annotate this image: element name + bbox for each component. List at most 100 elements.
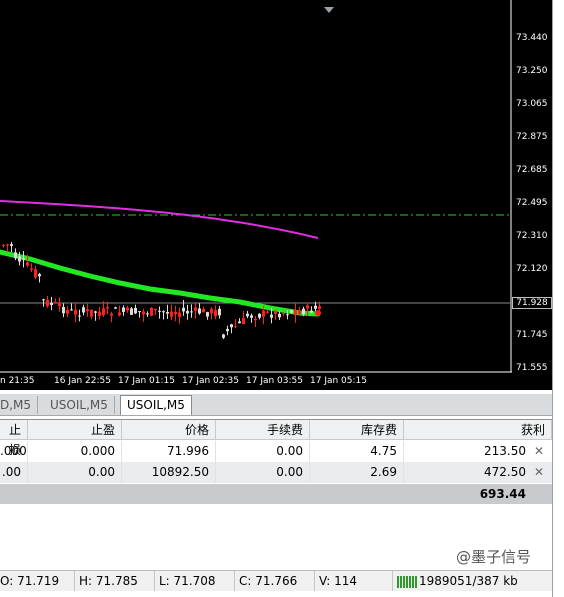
candle-body — [102, 308, 105, 315]
price-tick: 73.065 — [516, 99, 548, 109]
total-row: 693.44 — [0, 484, 552, 504]
price-tick: 72.875 — [516, 132, 548, 142]
candle-body — [302, 308, 305, 315]
candle-body — [174, 312, 177, 315]
tab-chart-1[interactable]: D,M5 — [0, 396, 39, 414]
candle-body — [86, 309, 89, 311]
candle-body — [118, 312, 121, 316]
candle-body — [158, 310, 161, 312]
candle-body — [254, 319, 257, 320]
candle-body — [138, 311, 141, 313]
price-axis: 73.440 73.250 73.065 72.875 72.685 72.495 72.3… — [512, 0, 552, 390]
candle-body — [218, 308, 221, 316]
col-header-price[interactable]: 价格 — [122, 420, 216, 440]
candle-body — [226, 328, 229, 332]
tab-label: USOIL,M5 — [127, 398, 185, 412]
cell-tp: 0.000 — [28, 441, 122, 462]
candle-body — [94, 311, 97, 313]
status-close: C: 71.766 — [234, 571, 314, 591]
cell-swap: 4.75 — [310, 441, 404, 462]
candle-body — [258, 313, 261, 318]
candle-body — [306, 305, 309, 309]
status-connection[interactable]: 1989051/387 kb — [392, 571, 552, 591]
col-header-profit[interactable]: 获利 — [404, 420, 552, 440]
time-tick: n 21:35 — [0, 376, 35, 386]
price-tick: 71.745 — [516, 330, 548, 340]
price-tick: 73.250 — [516, 66, 548, 76]
candle-body — [34, 269, 37, 278]
candle-body — [206, 312, 209, 317]
col-header-sl[interactable]: 止损 — [0, 420, 28, 457]
col-header-swap[interactable]: 库存费 — [310, 420, 404, 440]
candle-body — [134, 307, 137, 314]
candle-body — [222, 334, 225, 338]
candle-body — [98, 311, 101, 316]
chart-shift-icon — [324, 7, 334, 13]
candle-body — [294, 309, 297, 316]
candle-body — [130, 308, 133, 315]
time-tick: 17 Jan 03:55 — [246, 376, 303, 386]
candle-body — [62, 307, 65, 314]
candle-body — [210, 308, 213, 314]
candle-body — [78, 315, 81, 317]
candle-body — [114, 307, 117, 309]
table-row[interactable]: .000 0.000 71.996 0.00 4.75 213.50 ✕ — [0, 441, 552, 462]
candle-body — [90, 309, 93, 317]
price-chart[interactable]: n 21:35 16 Jan 22:55 17 Jan 01:15 17 Jan 02… — [0, 0, 512, 390]
last-price-dot — [315, 310, 321, 316]
close-order-icon[interactable]: ✕ — [532, 441, 546, 462]
candle-body — [82, 307, 85, 313]
candle-body — [162, 311, 165, 313]
candle-body — [278, 313, 281, 318]
candle-body — [262, 310, 265, 317]
table-row[interactable]: .00 0.00 10892.50 0.00 2.69 472.50 ✕ — [0, 462, 552, 483]
tab-chart-3[interactable]: USOIL,M5 — [120, 395, 192, 415]
candle-body — [314, 305, 317, 309]
chart-canvas[interactable] — [0, 0, 512, 390]
candle-body — [246, 313, 249, 317]
candle-body — [242, 318, 245, 325]
candle-body — [54, 302, 57, 303]
time-tick: 17 Jan 01:15 — [118, 376, 175, 386]
status-low: L: 71.708 — [154, 571, 234, 591]
tab-chart-2[interactable]: USOIL,M5 — [44, 396, 115, 414]
cell-commission: 0.00 — [216, 441, 310, 462]
candle-body — [10, 244, 13, 246]
price-tick: 73.440 — [516, 33, 548, 43]
candle-body — [274, 310, 277, 314]
price-tick: 72.495 — [516, 198, 548, 208]
connection-bars-icon — [397, 575, 417, 588]
time-tick: 17 Jan 02:35 — [182, 376, 239, 386]
candle-body — [318, 306, 321, 309]
candle-body — [18, 256, 21, 262]
status-open: O: 71.719 — [0, 574, 60, 588]
candle-body — [214, 310, 217, 317]
time-tick: 16 Jan 22:55 — [54, 376, 111, 386]
candle-body — [2, 244, 5, 246]
window-edge — [552, 0, 564, 597]
candle-body — [186, 310, 189, 314]
current-price-label: 71.928 — [512, 297, 552, 309]
candle-body — [106, 307, 109, 309]
candle-body — [26, 262, 29, 266]
candle-body — [202, 309, 205, 313]
candle-body — [122, 307, 125, 312]
candle-body — [154, 308, 157, 311]
col-header-tp[interactable]: 止盈 — [28, 420, 122, 440]
candle-body — [46, 299, 49, 307]
candle-body — [230, 324, 233, 328]
col-header-commission[interactable]: 手续费 — [216, 420, 310, 440]
candle-body — [14, 252, 17, 259]
status-high: H: 71.785 — [74, 571, 154, 591]
close-order-icon[interactable]: ✕ — [532, 462, 546, 483]
candle-body — [298, 310, 301, 315]
candle-body — [110, 313, 113, 316]
candle-body — [74, 309, 77, 315]
price-tick: 72.310 — [516, 231, 548, 241]
price-tick: 72.120 — [516, 264, 548, 274]
total-profit: 693.44 — [479, 487, 526, 501]
ma-slow-line — [0, 200, 319, 239]
candle-body — [70, 309, 73, 311]
status-volume: V: 114 — [314, 571, 392, 591]
candle-body — [190, 311, 193, 313]
